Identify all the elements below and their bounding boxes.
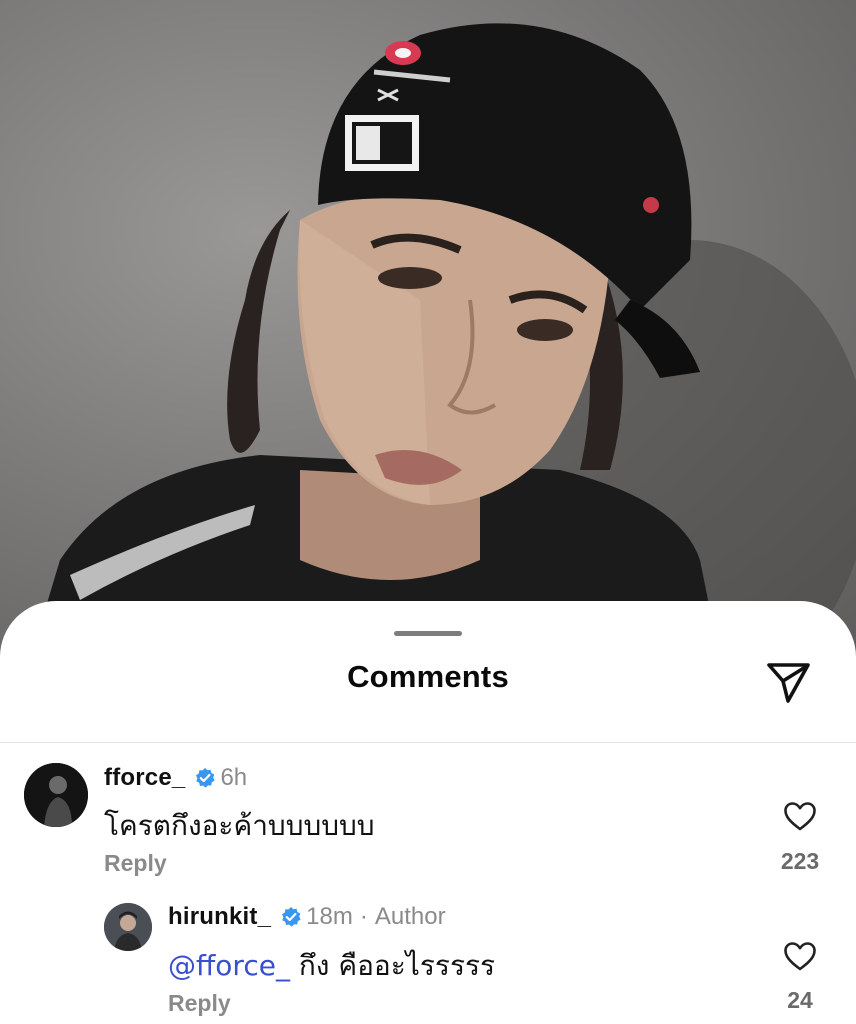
avatar[interactable] (24, 763, 88, 827)
avatar[interactable] (104, 903, 152, 951)
like-count: 223 (780, 848, 820, 874)
drag-handle[interactable] (394, 631, 462, 636)
avatar-image (104, 903, 152, 951)
paper-plane-icon (767, 663, 810, 703)
heart-outline-icon (784, 942, 816, 971)
sheet-title: Comments (347, 659, 509, 694)
like-count: 24 (787, 987, 813, 1013)
comment-header: fforce_ 6h (104, 764, 247, 792)
reply-header: hirunkit_ 18m · Author (168, 903, 446, 931)
author-badge: Author (374, 903, 446, 930)
share-button[interactable] (764, 657, 814, 705)
reply-body: กึง คืออะไรรรรร (289, 949, 496, 982)
heart-outline-icon (784, 802, 816, 831)
separator-dot: · (359, 903, 368, 930)
comment-time: 6h (220, 764, 248, 791)
comment-username[interactable]: fforce_ (104, 764, 185, 792)
reply-username[interactable]: hirunkit_ (168, 903, 271, 931)
avatar-image (24, 763, 88, 827)
comments-sheet: Comments fforce_ 6h โครตกึงอะค้าบบบบบบ R… (0, 601, 856, 1024)
like-button[interactable] (783, 941, 817, 972)
reply-button[interactable]: Reply (104, 850, 167, 877)
verified-badge-icon (280, 906, 302, 928)
like-button[interactable] (783, 801, 817, 832)
reply-text: @fforce_ กึง คืออะไรรรรร (168, 944, 495, 988)
mention-link[interactable]: @fforce_ (168, 949, 290, 982)
post-photo[interactable] (0, 0, 856, 660)
comment-text: โครตกึงอะค้าบบบบบบ (104, 809, 375, 842)
reply-button[interactable]: Reply (168, 990, 231, 1017)
divider (0, 742, 856, 743)
verified-badge-icon (194, 767, 216, 789)
portrait-illustration (30, 23, 856, 660)
reply-time: 18m (306, 903, 353, 930)
